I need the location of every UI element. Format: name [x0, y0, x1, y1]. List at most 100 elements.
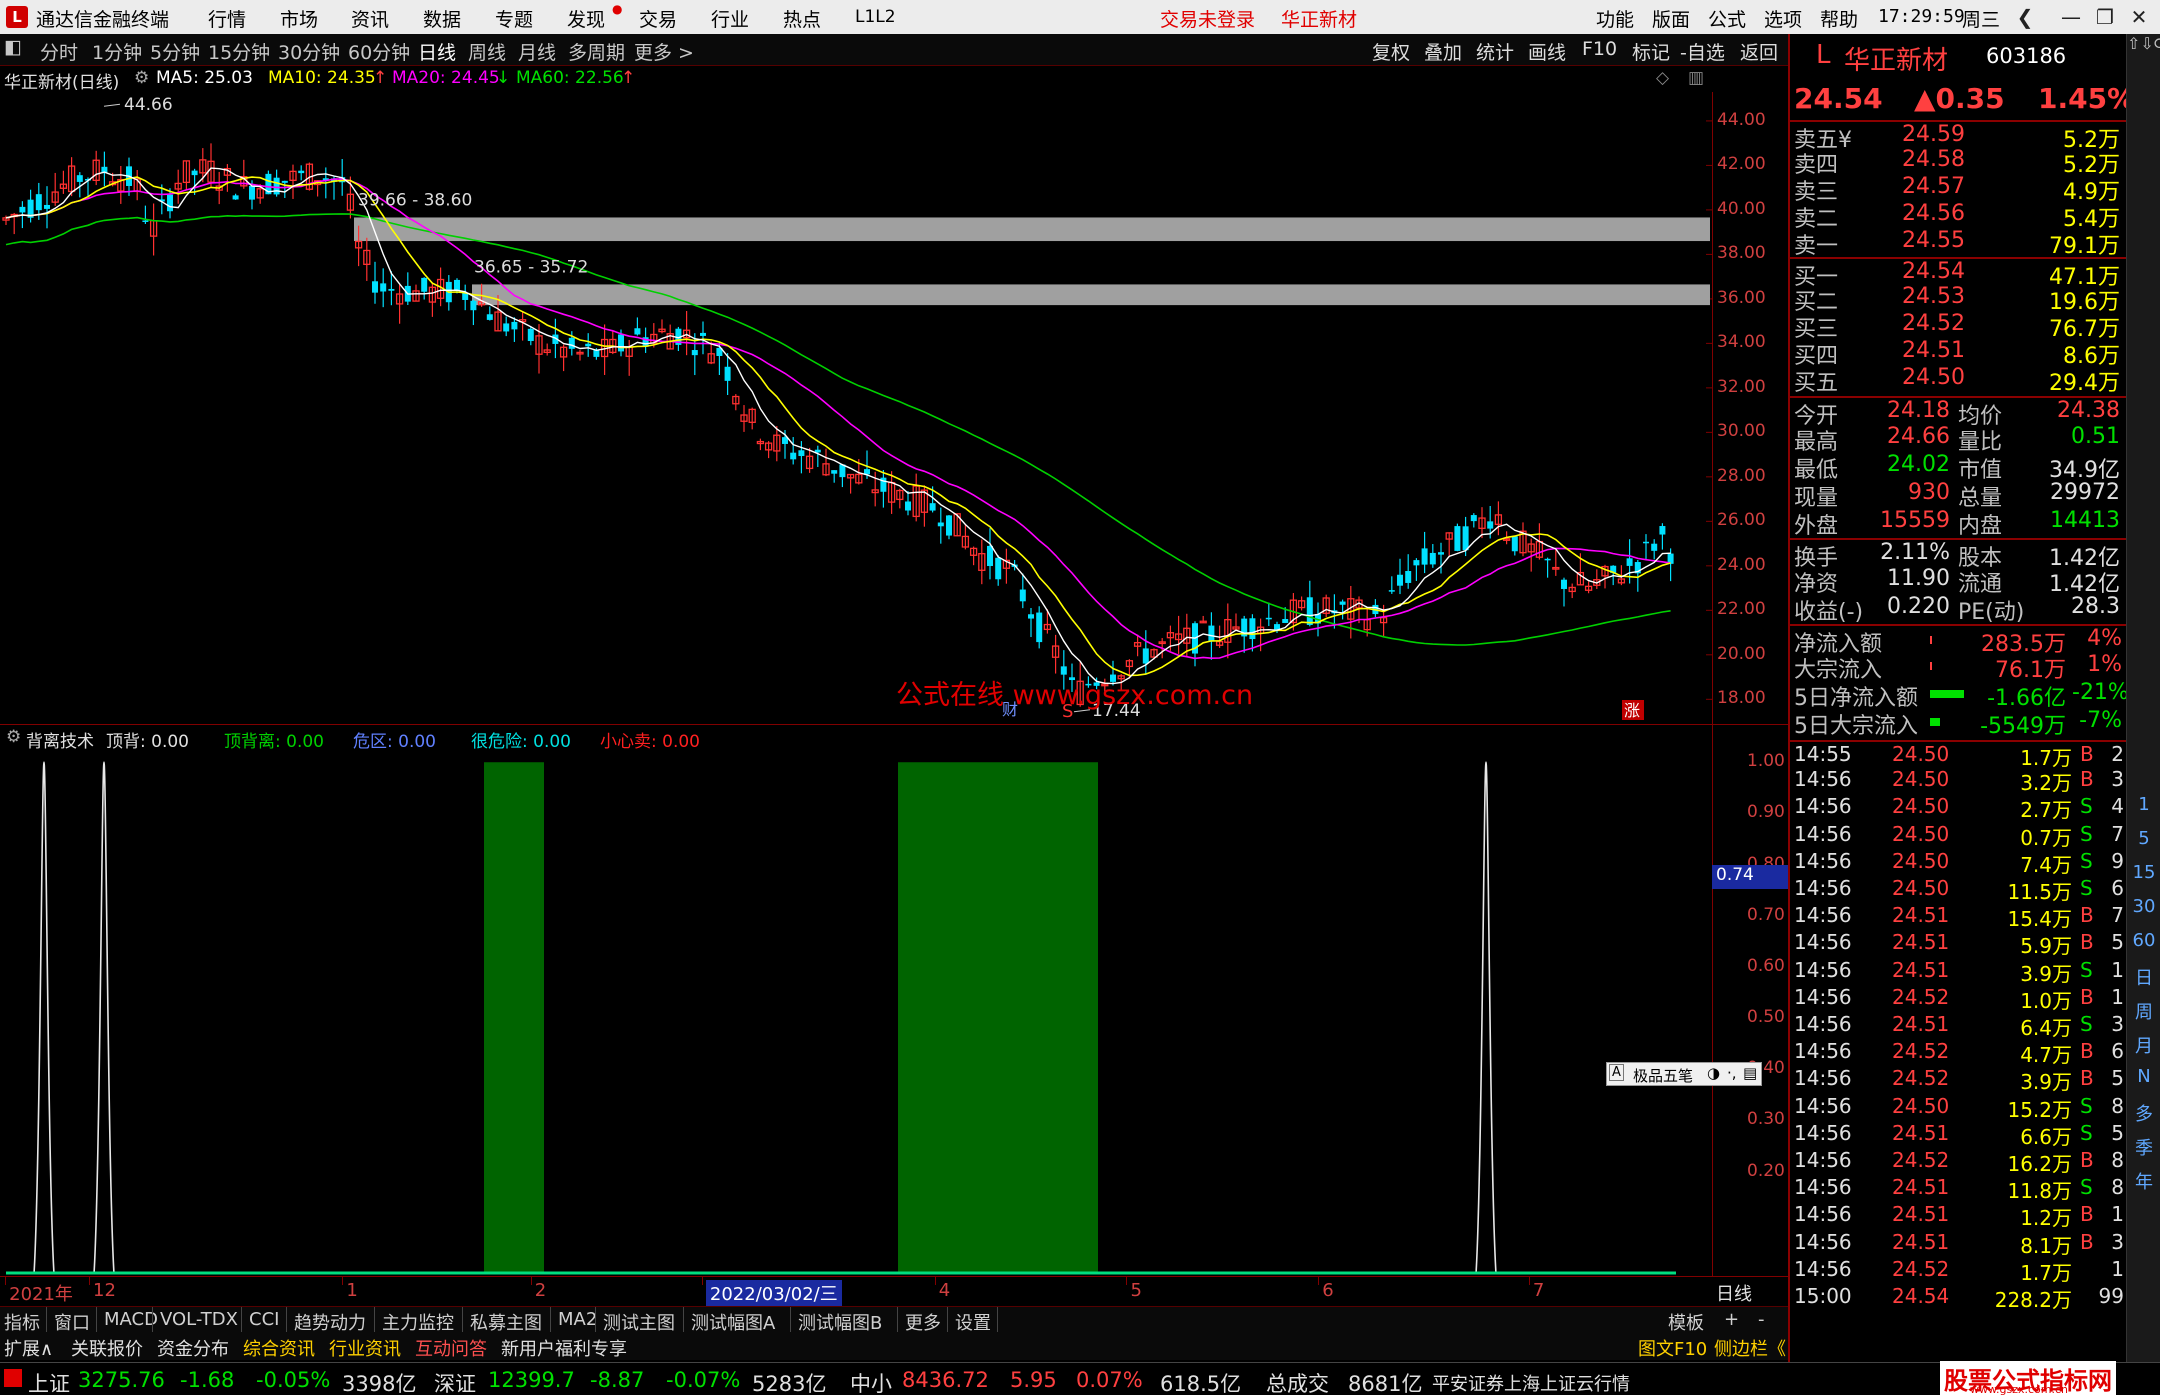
sh-label[interactable]: 上证	[28, 1368, 70, 1395]
info-tab-0[interactable]: 扩展∧	[4, 1335, 53, 1361]
tool-fanhui[interactable]: 返回	[1740, 38, 1778, 65]
info-tab-2[interactable]: 资金分布	[157, 1335, 229, 1361]
candle-body-down	[905, 501, 911, 511]
tool-biaoji[interactable]: 标记	[1632, 38, 1670, 65]
period-weekly[interactable]: 周线	[468, 38, 506, 65]
info-tab-1[interactable]: 关联报价	[71, 1335, 143, 1361]
tool-f10[interactable]: F10	[1582, 38, 1617, 60]
sidebar-period-7[interactable]: 月	[2131, 1032, 2157, 1058]
chart-type-icon[interactable]: ◧	[4, 36, 22, 58]
zx-label[interactable]: 中小	[850, 1368, 892, 1395]
tool-huaxian[interactable]: 画线	[1528, 38, 1566, 65]
sidebar-period-6[interactable]: 周	[2131, 998, 2157, 1024]
restore-icon[interactable]: ❐	[2090, 2, 2120, 32]
menu-hangye[interactable]: 行业	[711, 5, 749, 32]
info-tab-3[interactable]: 综合资讯	[243, 1335, 315, 1361]
menu-shuju[interactable]: 数据	[423, 5, 461, 32]
period-monthly[interactable]: 月线	[518, 38, 556, 65]
candle-body-down	[798, 450, 805, 457]
period-15min[interactable]: 15分钟	[208, 38, 270, 65]
indicator-menu-icon[interactable]: ⚙	[6, 727, 21, 747]
menu-redian[interactable]: 热点	[783, 5, 821, 32]
tab-divider	[997, 1307, 998, 1333]
tick-side: B	[2080, 903, 2094, 928]
period-5min[interactable]: 5分钟	[150, 38, 200, 65]
stat-value: 0.51	[2071, 424, 2120, 449]
menu-zhuanti[interactable]: 专题	[495, 5, 533, 32]
period-daily[interactable]: 日线	[418, 38, 456, 65]
close-icon[interactable]: ✕	[2124, 2, 2154, 32]
sidebar-period-1[interactable]: 5	[2131, 828, 2157, 849]
down-arrow-icon[interactable]: ⇩	[2140, 34, 2153, 53]
back-icon[interactable]: ❮	[2010, 2, 2040, 32]
ime-toolbar[interactable]: A 极品五笔 ◑ ·, ▤	[1606, 1062, 1762, 1086]
ime-moon-icon[interactable]: ◑	[1707, 1064, 1720, 1082]
price-tick-label: 26.00	[1717, 510, 1766, 531]
ma60-line	[5, 213, 1671, 646]
candle-body-down	[1659, 526, 1666, 535]
sidebar-period-0[interactable]: 1	[2131, 794, 2157, 815]
add-pane-button[interactable]: +	[1724, 1309, 1739, 1330]
indicator-tab-8[interactable]: MA2	[558, 1309, 597, 1330]
zx-index: 8436.72	[902, 1368, 989, 1392]
chart-collapse-icon[interactable]: ▥	[1688, 68, 1704, 88]
flow-value: -5549万	[1980, 714, 2066, 739]
chart-option-icon[interactable]: ◇	[1656, 68, 1669, 88]
menu-gongshi[interactable]: 公式	[1708, 5, 1746, 32]
remove-pane-button[interactable]: -	[1758, 1309, 1765, 1330]
tool-tongji[interactable]: 统计	[1476, 38, 1514, 65]
refresh-icon[interactable]: ⟳	[2154, 34, 2160, 53]
menu-xuanxiang[interactable]: 选项	[1764, 5, 1802, 32]
info-tab-4[interactable]: 行业资讯	[329, 1335, 401, 1361]
indicator-name[interactable]: 背离技术	[26, 727, 94, 752]
f10-tab[interactable]: 图文F10	[1638, 1335, 1707, 1361]
info-tab-6[interactable]: 新用户福利专享	[501, 1335, 627, 1361]
menu-faxian[interactable]: 发现	[567, 5, 605, 32]
sidebar-period-10[interactable]: 季	[2131, 1134, 2157, 1160]
tick-time: 14:56	[1794, 1066, 1852, 1091]
sidebar-toggle[interactable]: 侧边栏《	[1714, 1335, 1786, 1361]
menu-shichang[interactable]: 市场	[280, 5, 318, 32]
tick-count: 5	[2111, 1120, 2124, 1145]
sidebar-period-8[interactable]: N	[2131, 1066, 2157, 1087]
candle-body-down	[1249, 618, 1256, 640]
menu-gongneng[interactable]: 功能	[1596, 5, 1634, 32]
market-icon: L	[1816, 40, 1831, 70]
sidebar-period-3[interactable]: 30	[2131, 896, 2157, 917]
period-60min[interactable]: 60分钟	[348, 38, 410, 65]
sidebar-period-2[interactable]: 15	[2131, 862, 2157, 883]
menu-bangzhu[interactable]: 帮助	[1820, 5, 1858, 32]
stat-value: 930	[1908, 480, 1950, 505]
sidebar-period-9[interactable]: 多	[2131, 1100, 2157, 1126]
indicator-tab-4[interactable]: CCI	[249, 1309, 279, 1330]
indicator-tab-2[interactable]: MACD	[104, 1309, 158, 1330]
side-icon-bar: ⇧⇩⟳▦▤↗▥☰Fin▣F2◷RSI✚✎F5⇅15153060日周月N多季年	[2126, 34, 2160, 1362]
indicator-tab-3[interactable]: VOL-TDX	[160, 1309, 238, 1330]
period-fenshi[interactable]: 分时	[40, 38, 78, 65]
sidebar-period-4[interactable]: 60	[2131, 930, 2157, 951]
minimize-icon[interactable]: —	[2056, 2, 2086, 32]
tool-zixuan[interactable]: -自选	[1680, 38, 1725, 65]
candle-body-down	[232, 195, 239, 200]
sidebar-period-5[interactable]: 日	[2131, 964, 2157, 990]
up-arrow-icon[interactable]: ⇧	[2127, 34, 2140, 53]
sz-label[interactable]: 深证	[434, 1368, 476, 1395]
tool-diejia[interactable]: 叠加	[1424, 38, 1462, 65]
period-more[interactable]: 更多 >	[634, 38, 694, 65]
menu-hangqing[interactable]: 行情	[208, 5, 246, 32]
period-multi[interactable]: 多周期	[568, 38, 625, 65]
sidebar-period-11[interactable]: 年	[2131, 1168, 2157, 1194]
menu-banmian[interactable]: 版面	[1652, 5, 1690, 32]
ma-settings-icon[interactable]: ⚙	[134, 68, 149, 88]
period-30min[interactable]: 30分钟	[278, 38, 340, 65]
tool-fuquan[interactable]: 复权	[1372, 38, 1410, 65]
menu-zixun[interactable]: 资讯	[351, 5, 389, 32]
ime-dot-icon[interactable]: ·,	[1727, 1064, 1737, 1082]
period-1min[interactable]: 1分钟	[92, 38, 142, 65]
info-tab-5[interactable]: 互动问答	[415, 1335, 487, 1361]
trade-status[interactable]: 交易未登录	[1160, 5, 1255, 32]
menu-l1l2[interactable]: L1L2	[855, 7, 896, 27]
ime-icon[interactable]: A	[1609, 1064, 1624, 1081]
ime-keyboard-icon[interactable]: ▤	[1743, 1064, 1757, 1082]
menu-jiaoyi[interactable]: 交易	[639, 5, 677, 32]
